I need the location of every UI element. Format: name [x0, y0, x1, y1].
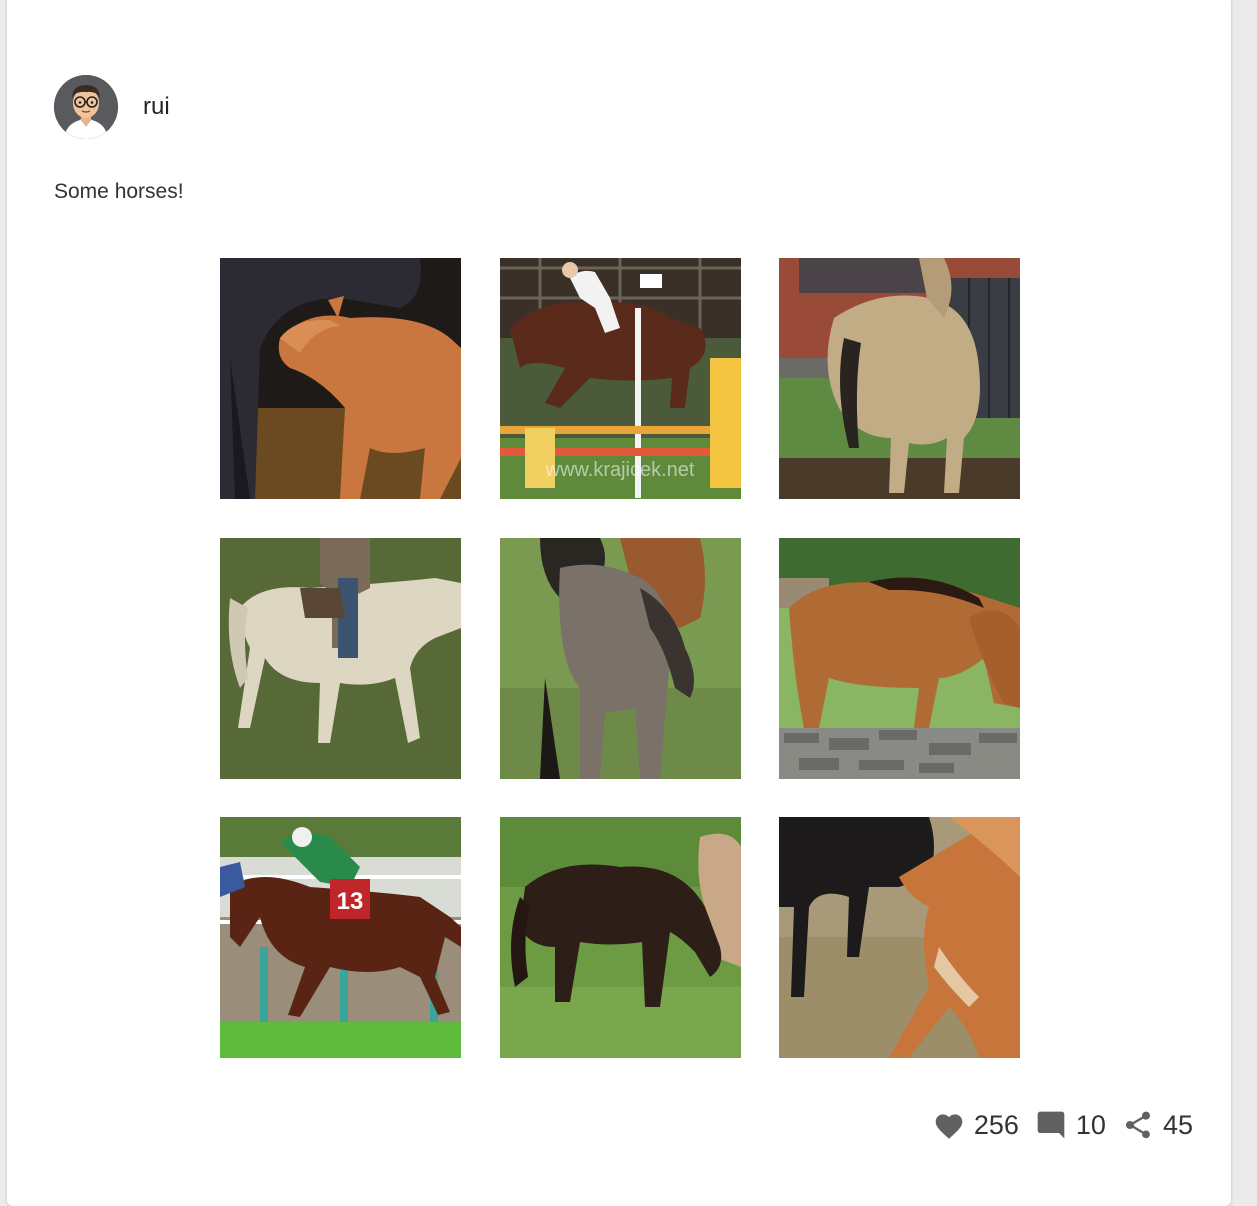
person-with-glasses-avatar-icon: [54, 75, 118, 139]
post-actions: 256 10 45: [917, 1109, 1193, 1141]
post-header: rui: [54, 75, 170, 139]
like-button[interactable]: 256: [933, 1110, 1019, 1141]
comment-button[interactable]: 10: [1035, 1109, 1106, 1141]
comment-icon: [1037, 1111, 1065, 1139]
photo-foal-and-black-horse[interactable]: [779, 817, 1020, 1058]
share-count: 45: [1162, 1109, 1193, 1140]
photo-mare-and-foal[interactable]: [220, 258, 461, 499]
photo-cream-horse-rider[interactable]: [220, 537, 461, 779]
share-button[interactable]: 45: [1122, 1109, 1193, 1141]
share-icon: [1125, 1111, 1150, 1139]
photo-dark-pony-grazing[interactable]: [499, 817, 741, 1058]
photo-gallery: www.krajicek.net 13: [220, 258, 1020, 1058]
post-text: Some horses!: [54, 180, 184, 203]
photo-bay-horse-stone-wall[interactable]: [779, 537, 1020, 779]
svg-text:13: 13: [337, 888, 364, 915]
photo-grey-foal[interactable]: [499, 537, 741, 779]
photo-dun-horse[interactable]: [779, 258, 1020, 499]
photo-show-jumping[interactable]: www.krajicek.net: [499, 258, 741, 499]
post-card: rui Some horses! www.krajicek.net 13 256…: [7, 0, 1231, 1206]
username[interactable]: rui: [143, 93, 170, 121]
avatar[interactable]: [54, 75, 118, 139]
svg-text:www.krajicek.net: www.krajicek.net: [544, 459, 694, 481]
comment-count: 10: [1075, 1109, 1106, 1140]
photo-racehorse[interactable]: 13: [220, 817, 461, 1058]
like-count: 256: [973, 1109, 1019, 1140]
heart-icon: [935, 1114, 963, 1139]
